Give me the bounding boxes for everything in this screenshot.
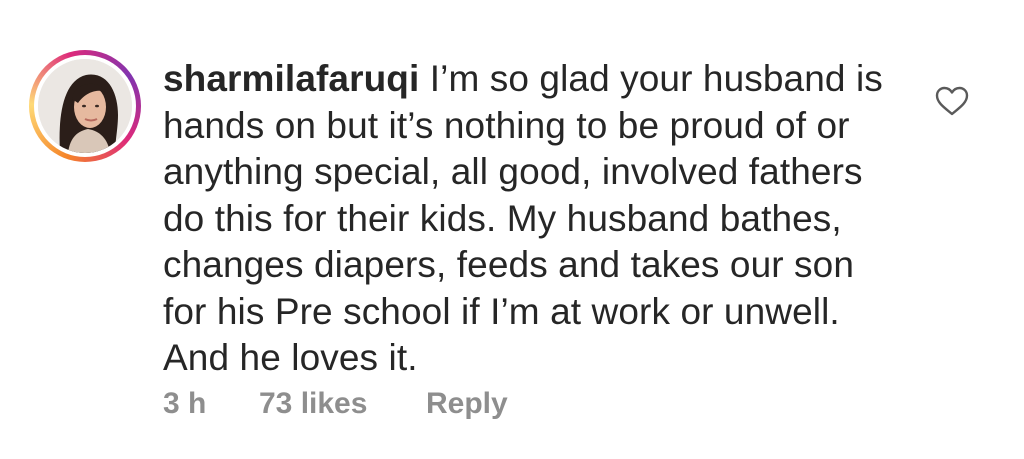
comment-line: hands on but it’s nothing to be proud of… — [163, 104, 850, 146]
heart-outline-icon[interactable] — [935, 86, 969, 116]
comment-line: changes diapers, feeds and takes our son — [163, 244, 855, 285]
username-link[interactable]: sharmilafaruqi — [163, 58, 419, 99]
comment-line: anything special, all good, involved fat… — [163, 151, 863, 192]
avatar-photo — [38, 59, 132, 153]
comment: sharmilafaruqi I’m so glad your husband … — [0, 0, 1024, 459]
comment-text: sharmilafaruqi I’m so glad your husband … — [163, 56, 923, 382]
comment-meta: 3 h 73 likes Reply — [163, 386, 508, 422]
avatar-gap — [34, 55, 136, 157]
timestamp: 3 h — [163, 387, 207, 420]
comment-line: And he loves it. — [163, 337, 418, 378]
comment-line: do this for their kids. My husband bathe… — [163, 197, 842, 239]
reply-button[interactable]: Reply — [426, 386, 508, 422]
likes-count[interactable]: 73 likes — [259, 386, 426, 422]
avatar-image — [38, 59, 132, 153]
comment-text-segment: I’m so glad your husband is — [429, 58, 883, 99]
comment-line: for his Pre school if I’m at work or unw… — [163, 290, 840, 332]
avatar[interactable] — [29, 50, 141, 162]
comment-line: sharmilafaruqi I’m so glad your husband … — [163, 56, 923, 103]
